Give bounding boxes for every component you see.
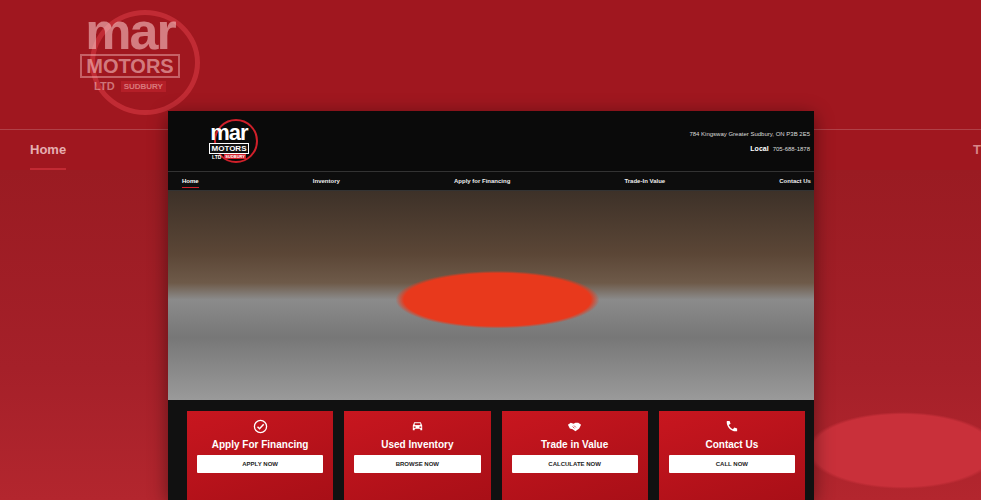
action-card[interactable]: Trade in Value CALCULATE NOW	[502, 411, 648, 500]
nav-item[interactable]: Contact Us	[779, 175, 811, 187]
card-button[interactable]: CALCULATE NOW	[512, 455, 638, 473]
card-button[interactable]: CALL NOW	[669, 455, 795, 473]
action-card[interactable]: Used Inventory BROWSE NOW	[344, 411, 490, 500]
card-title: Contact Us	[705, 439, 758, 450]
logo-name: mar	[210, 123, 247, 143]
backdrop-nav-item[interactable]: Home	[30, 142, 66, 171]
nav-item[interactable]: Trade-In Value	[624, 175, 665, 187]
check-circle-icon	[253, 419, 268, 434]
backdrop-logo-suffix: LTD	[94, 80, 115, 92]
nav-item[interactable]: Home	[182, 175, 199, 188]
backdrop-logo-city: SUDBURY	[121, 81, 166, 92]
card-title: Apply For Financing	[212, 439, 309, 450]
nav-item[interactable]: Apply for Financing	[454, 175, 510, 187]
backdrop-logo-brand: MOTORS	[80, 54, 179, 78]
portfolio-page: marMOTORSLTDSUDBURYHomeTmarMOTORSLTDSUDB…	[0, 0, 981, 500]
card-button[interactable]: APPLY NOW	[197, 455, 323, 473]
website-screenshot: marMOTORSLTDSUDBURY 784 Kingsway Greater …	[168, 111, 814, 500]
card-button[interactable]: BROWSE NOW	[354, 455, 480, 473]
backdrop-logo-name: mar	[85, 8, 174, 54]
site-nav: Home Inventory Apply for Financing Trade-In…	[168, 171, 814, 191]
hero-photo	[168, 191, 814, 400]
phone[interactable]: Local 705-688-1878	[750, 145, 810, 152]
backdrop-nav-item[interactable]: T	[973, 142, 981, 168]
handshake-icon	[567, 419, 582, 434]
site-header: marMOTORSLTDSUDBURY 784 Kingsway Greater …	[168, 111, 814, 171]
car-icon	[410, 419, 425, 434]
nav-item[interactable]: Inventory	[313, 175, 340, 187]
action-card[interactable]: Apply For Financing APPLY NOW	[187, 411, 333, 500]
logo-suffix: LTD	[212, 154, 221, 160]
logo-city: SUDBURY	[224, 154, 246, 159]
phone-number: 705-688-1878	[773, 146, 810, 152]
card-title: Used Inventory	[381, 439, 453, 450]
address: 784 Kingsway Greater Sudbury, ON P3B 2E5	[689, 131, 810, 137]
card-row: Apply For Financing APPLY NOW Used Invento…	[168, 400, 814, 500]
backdrop-logo-sub: LTD SUDBURY	[94, 80, 166, 92]
logo-brand: MOTORS	[209, 143, 250, 154]
site-logo[interactable]: marMOTORSLTDSUDBURY	[200, 123, 258, 160]
logo-sub: LTDSUDBURY	[212, 154, 246, 160]
phone-icon	[724, 419, 739, 434]
action-card[interactable]: Contact Us CALL NOW	[659, 411, 805, 500]
card-title: Trade in Value	[541, 439, 608, 450]
phone-label: Local	[750, 145, 768, 152]
header-contact: 784 Kingsway Greater Sudbury, ON P3B 2E5…	[689, 131, 810, 152]
backdrop-logo: marMOTORS LTD SUDBURY	[70, 8, 190, 92]
